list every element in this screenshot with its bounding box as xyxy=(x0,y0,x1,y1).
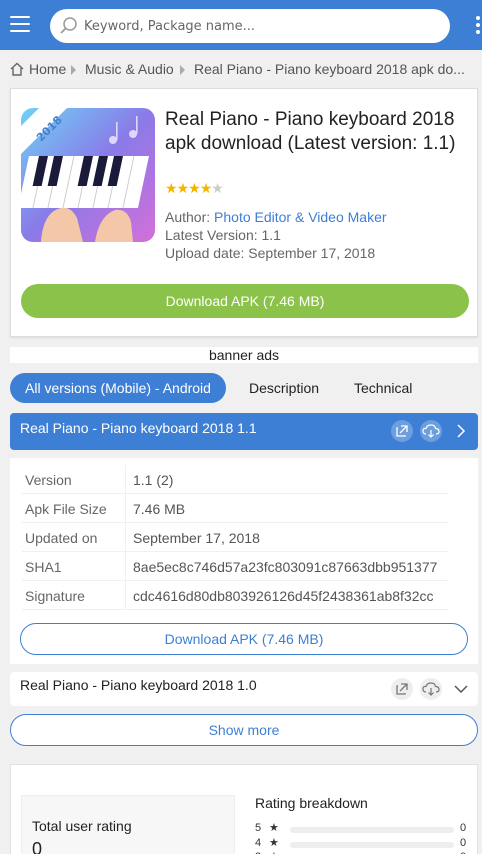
detail-value: 7.46 MB xyxy=(133,501,186,517)
total-rating-box: Total user rating 0 xyxy=(21,795,235,854)
tab-technical[interactable]: Technical xyxy=(354,373,412,403)
detail-key: Updated on xyxy=(25,530,98,546)
show-more-button[interactable]: Show more xyxy=(10,714,478,746)
rating-breakdown-row: 4 ★ 0 xyxy=(255,837,467,851)
search-input[interactable] xyxy=(84,15,434,37)
version-title: Real Piano - Piano keyboard 2018 1.0 xyxy=(20,677,257,693)
breadcrumb-current: Real Piano - Piano keyboard 2018 apk do.… xyxy=(194,61,465,77)
breadcrumb-separator-icon xyxy=(71,65,76,75)
rating-card: Total user rating 0 Rating breakdown 5 ★ 0… xyxy=(10,764,478,854)
search-box[interactable] xyxy=(50,9,450,43)
total-rating-value: 0 xyxy=(32,839,43,854)
app-card: 2018 Real Piano - Piano keyboard 2018 ap… xyxy=(10,88,478,337)
star-icon: ★ xyxy=(269,837,279,849)
search-icon xyxy=(60,17,77,34)
latest-version: Latest Version: 1.1 xyxy=(165,227,281,243)
rating-bar xyxy=(290,842,454,848)
star-icon: ★ xyxy=(269,850,279,854)
download-apk-button[interactable]: Download APK (7.46 MB) xyxy=(21,284,469,318)
detail-key: Apk File Size xyxy=(25,501,107,517)
star-icon: ★ xyxy=(165,180,178,196)
detail-row: Updated on September 17, 2018 xyxy=(22,523,448,552)
author-link[interactable]: Photo Editor & Video Maker xyxy=(214,209,387,225)
chevron-right-icon[interactable] xyxy=(454,423,468,444)
version-header[interactable]: Real Piano - Piano keyboard 2018 1.1 xyxy=(10,413,478,450)
rating-stars-label: 4 xyxy=(255,837,262,849)
breadcrumb-home[interactable]: Home xyxy=(29,61,66,77)
detail-key: SHA1 xyxy=(25,559,62,575)
total-rating-label: Total user rating xyxy=(32,818,132,834)
chevron-down-icon[interactable] xyxy=(453,682,469,701)
detail-value: 8ae5ec8c746d57a23fc803091c87663dbb951377 xyxy=(133,559,438,575)
top-bar xyxy=(0,0,482,50)
version-item[interactable]: Real Piano - Piano keyboard 2018 1.0 xyxy=(10,672,478,706)
detail-key: Signature xyxy=(25,588,85,604)
cloud-download-icon[interactable] xyxy=(420,420,442,442)
version-details: Version 1.1 (2) Apk File Size 7.46 MB Upda… xyxy=(10,458,478,664)
breadcrumb-category[interactable]: Music & Audio xyxy=(85,61,174,77)
app-title: Real Piano - Piano keyboard 2018 apk dow… xyxy=(165,109,456,154)
version-title: Real Piano - Piano keyboard 2018 1.1 xyxy=(20,420,257,436)
rating-breakdown-row: 5 ★ 0 xyxy=(255,822,467,836)
rating-count: 0 xyxy=(460,837,467,849)
rating-breakdown-title: Rating breakdown xyxy=(255,795,368,811)
home-icon xyxy=(10,62,24,76)
star-icon: ★ xyxy=(199,180,213,196)
version-tabs: All versions (Mobile) - Android Descript… xyxy=(10,373,480,403)
breadcrumb: Home Music & Audio Real Piano - Piano ke… xyxy=(10,61,480,79)
cloud-download-icon[interactable] xyxy=(420,678,442,700)
download-apk-version-button[interactable]: Download APK (7.46 MB) xyxy=(20,623,468,655)
detail-row: Signature cdc4616d80db803926126d45f243836… xyxy=(22,581,448,610)
star-empty-icon: ★ xyxy=(211,180,224,196)
star-icon: ★ xyxy=(188,180,201,196)
author-label: Author: xyxy=(165,209,215,225)
tab-all-versions[interactable]: All versions (Mobile) - Android xyxy=(10,373,226,403)
detail-key: Version xyxy=(25,472,72,488)
detail-row: Version 1.1 (2) xyxy=(22,465,448,494)
banner-ads: banner ads xyxy=(10,347,478,363)
detail-row: SHA1 8ae5ec8c746d57a23fc803091c87663dbb95… xyxy=(22,552,448,581)
detail-value: September 17, 2018 xyxy=(133,530,260,546)
open-link-icon[interactable] xyxy=(391,420,413,442)
breadcrumb-separator-icon xyxy=(180,65,185,75)
menu-icon[interactable] xyxy=(10,16,30,34)
rating-bar xyxy=(290,827,454,833)
detail-value: 1.1 (2) xyxy=(133,472,174,488)
upload-date: Upload date: September 17, 2018 xyxy=(165,245,376,261)
author-line: Author: Photo Editor & Video Maker xyxy=(165,209,387,225)
more-options-icon[interactable] xyxy=(476,16,482,36)
star-icon: ★ xyxy=(269,822,279,834)
rating-count: 0 xyxy=(460,822,467,834)
star-icon: ★ xyxy=(176,180,190,196)
open-link-icon[interactable] xyxy=(391,678,413,700)
detail-row: Apk File Size 7.46 MB xyxy=(22,494,448,523)
tab-description[interactable]: Description xyxy=(249,373,319,403)
app-icon: 2018 xyxy=(21,108,155,242)
rating-stars-label: 5 xyxy=(255,822,262,834)
detail-value: cdc4616d80db803926126d45f2438361ab8f32cc xyxy=(133,588,434,604)
rating-stars: ★★★★★ xyxy=(165,180,224,197)
